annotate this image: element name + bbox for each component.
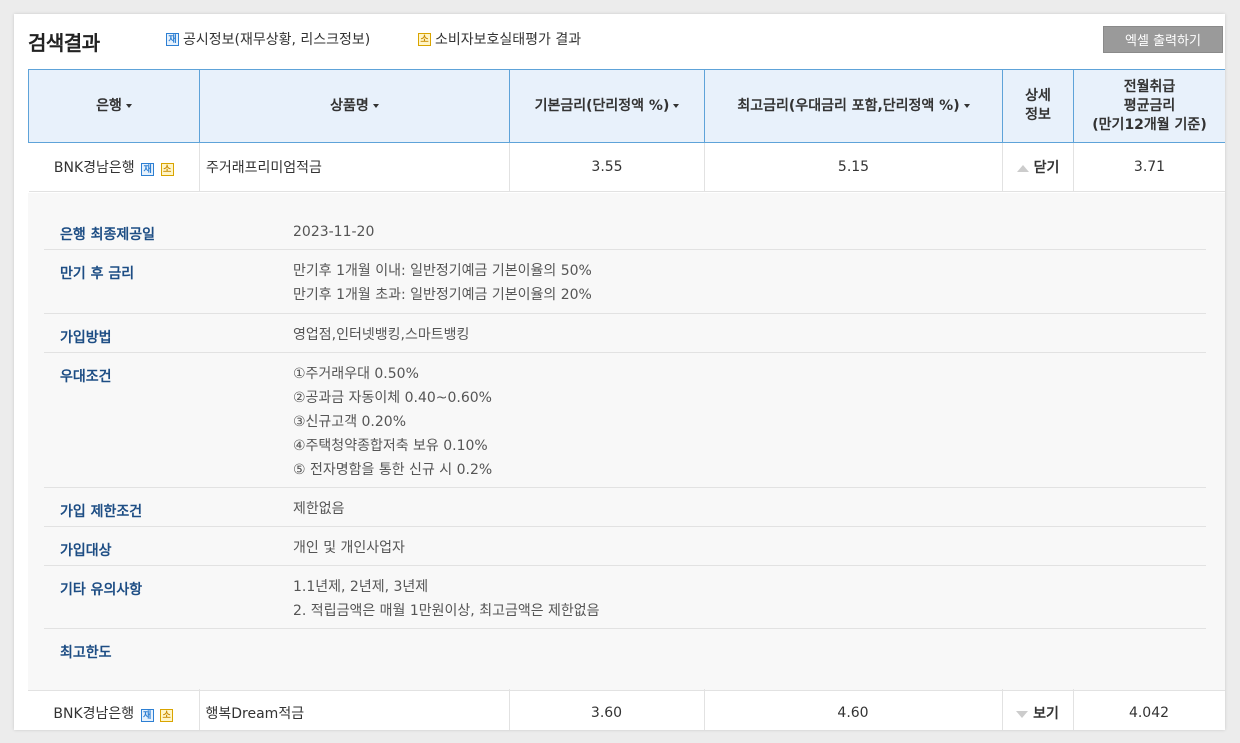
detail-row-disclosure-date: 은행 최종제공일 2023-11-20 <box>44 211 1206 250</box>
avg-rate: 4.042 <box>1073 689 1225 730</box>
sort-caret-icon <box>125 103 132 108</box>
detail-label: 가입대상 <box>60 543 112 559</box>
excel-export-button[interactable]: 엑셀 출력하기 <box>1103 26 1223 53</box>
legend-disclosure-label: 공시정보(재무상황, 리스크정보) <box>183 32 371 48</box>
search-results-panel: 검색결과 재 공시정보(재무상황, 리스크정보) 소 소비자보호실태평가 결과 … <box>14 14 1225 730</box>
avg-rate: 3.71 <box>1073 142 1225 192</box>
detail-value: 제한없음 <box>293 501 345 517</box>
detail-label: 최고한도 <box>60 645 112 661</box>
detail-value: ①주거래우대 0.50% ②공과금 자동이체 0.40~0.60% ③신규고객 0.… <box>293 366 493 478</box>
max-rate: 4.60 <box>704 689 1003 730</box>
bank-cell: BNK경남은행 재 소 <box>28 142 200 192</box>
legend-disclosure: 재 공시정보(재무상황, 리스크정보) <box>166 29 370 49</box>
detail-open-button[interactable]: 보기 <box>1002 689 1074 730</box>
detail-label: 만기 후 금리 <box>60 266 135 282</box>
product-detail-panel: 은행 최종제공일 2023-11-20 만기 후 금리 만기후 1개월 이내: … <box>28 193 1225 691</box>
sort-product-header[interactable]: 상품명 <box>199 69 510 143</box>
page-title: 검색결과 <box>28 31 100 55</box>
triangle-up-icon <box>1016 164 1029 172</box>
sort-max-rate-header[interactable]: 최고금리(우대금리 포함,단리정액 %) <box>704 69 1003 143</box>
detail-row-join-method: 가입방법 영업점,인터넷뱅킹,스마트뱅킹 <box>44 314 1206 353</box>
bank-name: BNK경남은행 <box>53 706 135 722</box>
avg-rate-header: 전월취급 평균금리 (만기12개월 기준) <box>1073 69 1225 143</box>
base-rate: 3.55 <box>509 142 705 192</box>
sort-caret-icon <box>673 103 680 108</box>
sort-caret-icon <box>372 103 379 108</box>
detail-row-max-limit: 최고한도 <box>44 629 1206 669</box>
detail-row-preferential: 우대조건 ①주거래우대 0.50% ②공과금 자동이체 0.40~0.60% ③신규… <box>44 353 1206 488</box>
detail-info-header: 상세 정보 <box>1002 69 1074 143</box>
consumer-badge-icon[interactable]: 소 <box>160 709 174 722</box>
results-table: 은행 상품명 기본금리(단리정액 %) 최고금리(우대금리 포함,단리정액 %)… <box>28 69 1225 192</box>
sort-caret-icon <box>963 103 970 108</box>
consumer-badge-icon: 소 <box>418 32 431 46</box>
detail-value: 만기후 1개월 이내: 일반정기예금 기본이율의 50% 만기후 1개월 초과: … <box>293 263 592 303</box>
legend-consumer-label: 소비자보호실태평가 결과 <box>435 32 582 48</box>
base-rate: 3.60 <box>509 689 705 730</box>
detail-value: 개인 및 개인사업자 <box>293 540 405 556</box>
table-row: BNK경남은행 재 소 행복Dream적금 3.60 4.60 보기 4.042 <box>28 689 1225 730</box>
max-rate: 5.15 <box>704 142 1003 192</box>
product-name: 주거래프리미엄적금 <box>199 142 510 192</box>
bank-name: BNK경남은행 <box>53 160 135 176</box>
detail-row-target: 가입대상 개인 및 개인사업자 <box>44 527 1206 566</box>
detail-value: 영업점,인터넷뱅킹,스마트뱅킹 <box>293 327 470 343</box>
table-row: BNK경남은행 재 소 주거래프리미엄적금 3.55 5.15 닫기 3.71 <box>28 142 1225 192</box>
disclosure-badge-icon[interactable]: 재 <box>140 709 154 722</box>
detail-row-notes: 기타 유의사항 1.1년제, 2년제, 3년제 2. 적립금액은 매월 1만원이상… <box>44 566 1206 629</box>
consumer-badge-icon[interactable]: 소 <box>160 163 174 176</box>
detail-value: 1.1년제, 2년제, 3년제 2. 적립금액은 매월 1만원이상, 최고금액은 … <box>293 579 600 619</box>
product-name: 행복Dream적금 <box>199 689 510 730</box>
bank-cell: BNK경남은행 재 소 <box>28 689 200 730</box>
sort-base-rate-header[interactable]: 기본금리(단리정액 %) <box>509 69 705 143</box>
detail-row-after-maturity: 만기 후 금리 만기후 1개월 이내: 일반정기예금 기본이율의 50% 만기후 … <box>44 250 1206 314</box>
detail-label: 은행 최종제공일 <box>60 227 156 243</box>
triangle-down-icon <box>1016 710 1029 718</box>
disclosure-badge-icon: 재 <box>166 32 179 46</box>
legend-consumer: 소 소비자보호실태평가 결과 <box>418 29 581 49</box>
results-table-continued: BNK경남은행 재 소 행복Dream적금 3.60 4.60 보기 4.042 <box>28 689 1225 730</box>
detail-value: 2023-11-20 <box>293 224 375 240</box>
table-header-row: 은행 상품명 기본금리(단리정액 %) 최고금리(우대금리 포함,단리정액 %)… <box>28 69 1225 143</box>
detail-label: 가입방법 <box>60 330 112 346</box>
detail-label: 우대조건 <box>60 369 112 385</box>
disclosure-badge-icon[interactable]: 재 <box>141 163 155 176</box>
detail-row-restriction: 가입 제한조건 제한없음 <box>44 488 1206 527</box>
detail-label: 기타 유의사항 <box>60 582 143 598</box>
detail-close-button[interactable]: 닫기 <box>1002 142 1074 192</box>
sort-bank-header[interactable]: 은행 <box>28 69 200 143</box>
detail-label: 가입 제한조건 <box>60 504 143 520</box>
